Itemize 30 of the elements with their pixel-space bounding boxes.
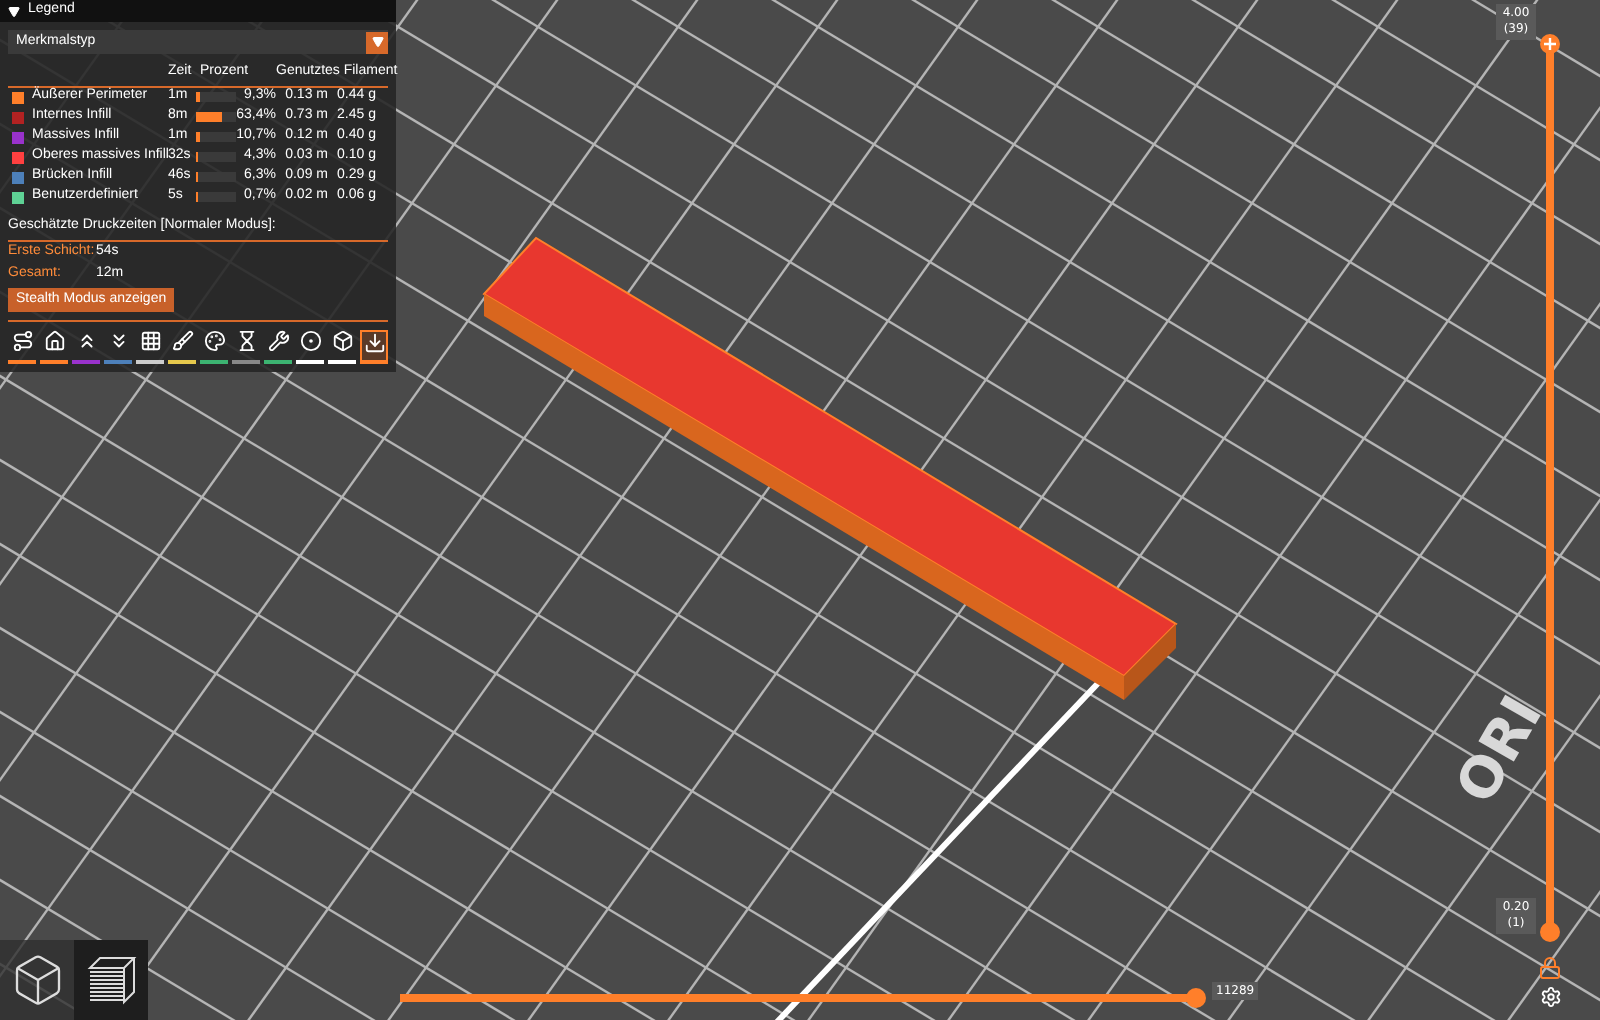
grid-icon	[139, 330, 161, 352]
lock-icon[interactable]	[1538, 956, 1562, 980]
lower-thumb[interactable]	[1540, 922, 1560, 942]
dropdown-arrow-icon	[366, 31, 388, 53]
upper-thumb[interactable]	[1540, 34, 1560, 54]
toolbar-item[interactable]	[40, 330, 68, 364]
toolbar-item[interactable]	[200, 330, 228, 364]
toolbar-item[interactable]	[8, 330, 36, 364]
layer-slider-track[interactable]	[1540, 34, 1560, 942]
move-slider-thumb[interactable]	[1186, 988, 1206, 1008]
cube-icon	[331, 330, 353, 352]
circle-icon	[299, 330, 321, 352]
wrench-icon	[267, 330, 289, 352]
toolbar-item[interactable]	[264, 330, 292, 364]
path-icon	[11, 330, 33, 352]
preview-button[interactable]	[74, 940, 148, 1020]
settings-icon[interactable]	[1540, 986, 1562, 1008]
brush-icon	[171, 330, 193, 352]
layers-icon	[85, 954, 137, 1006]
palette-icon	[203, 330, 225, 352]
toolbar-item[interactable]	[72, 330, 100, 364]
toolbar-item[interactable]	[360, 330, 388, 364]
hourglass-icon	[235, 330, 257, 352]
collapse-icon	[8, 5, 20, 17]
chevrons-up-icon	[75, 330, 97, 352]
house-icon	[43, 330, 65, 352]
download-icon	[363, 332, 385, 354]
toolbar-item[interactable]	[232, 330, 260, 364]
chevrons-down-icon	[107, 330, 129, 352]
toolbar-item[interactable]	[104, 330, 132, 364]
